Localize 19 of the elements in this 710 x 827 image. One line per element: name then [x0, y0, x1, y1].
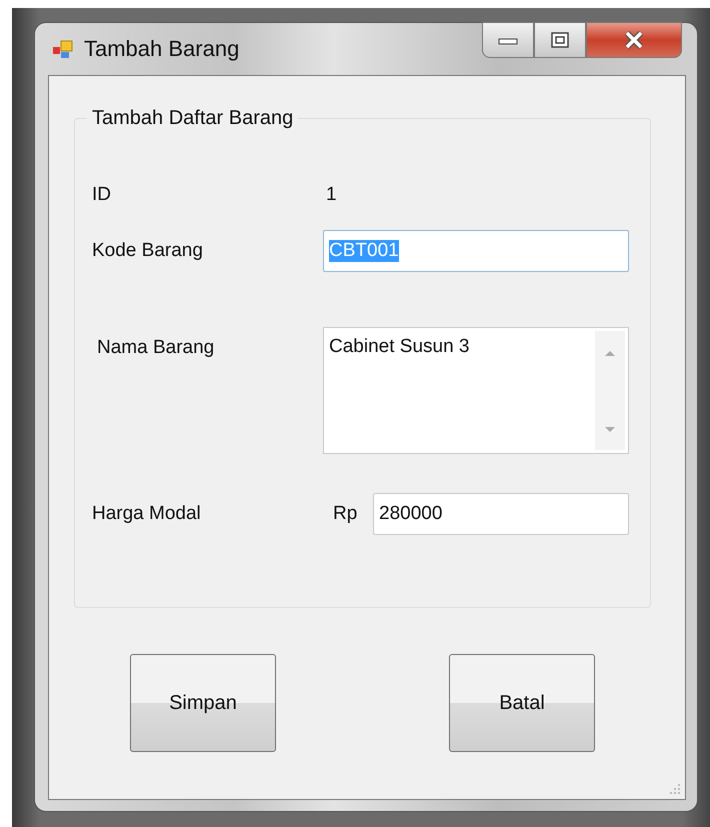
save-button[interactable]: Simpan — [130, 654, 276, 752]
maximize-icon — [550, 31, 570, 49]
minimize-button[interactable] — [482, 22, 534, 58]
maximize-button[interactable] — [534, 22, 586, 58]
cancel-button[interactable]: Batal — [449, 654, 595, 752]
group-title: Tambah Daftar Barang — [87, 107, 298, 130]
app-icon — [52, 38, 74, 60]
field-label: Kode Barang — [92, 240, 204, 262]
field-label: ID — [92, 184, 112, 206]
text-area[interactable]: Cabinet Susun 3 — [323, 327, 629, 454]
close-button[interactable] — [586, 22, 682, 58]
field-label: Nama Barang — [96, 337, 216, 359]
field-label: Harga Modal — [92, 503, 202, 525]
input-field[interactable]: 280000 — [373, 493, 629, 535]
close-icon — [623, 30, 645, 50]
id-value: 1 — [325, 184, 338, 206]
currency-label: Rp — [332, 503, 358, 525]
resize-grip-icon — [669, 783, 681, 795]
window-title: Tambah Barang — [84, 36, 240, 62]
